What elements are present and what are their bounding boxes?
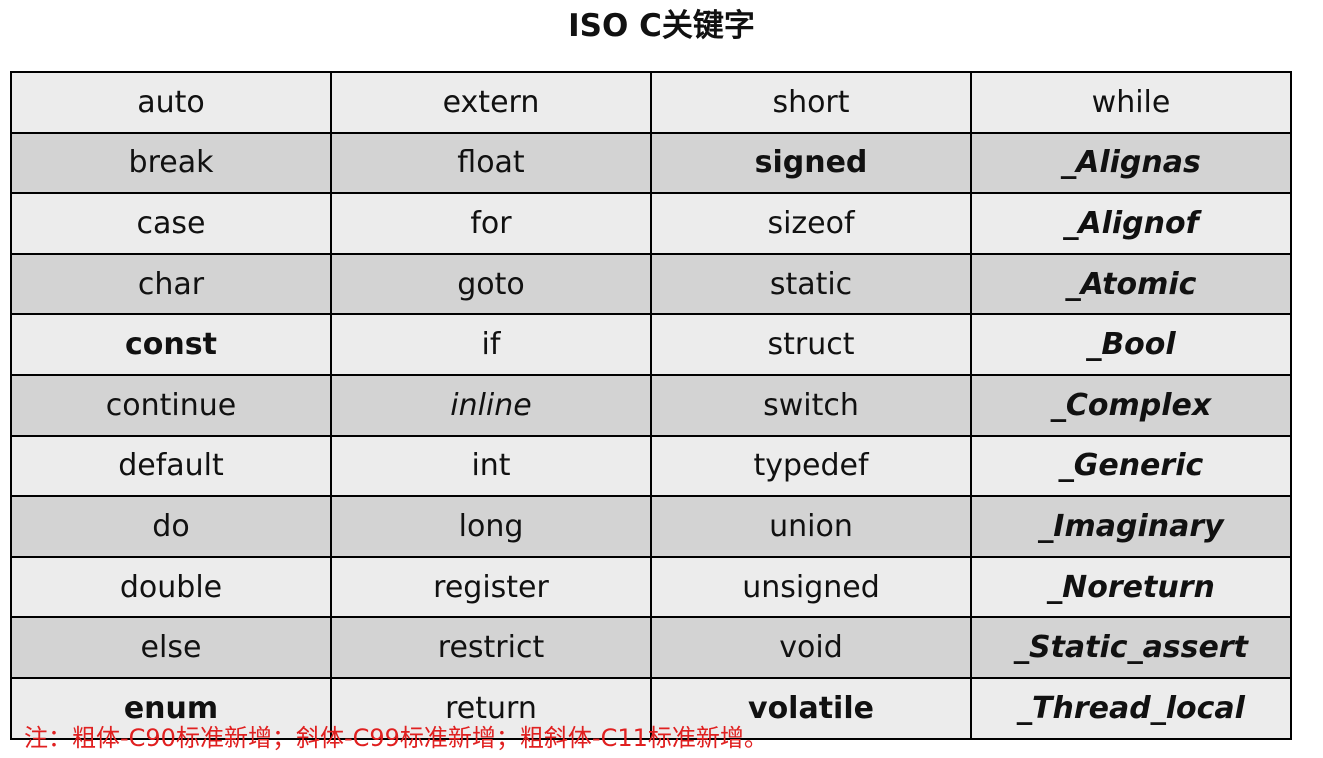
keyword-cell: goto: [330, 252, 652, 316]
keyword-cell: _Static_assert: [970, 616, 1292, 679]
table-row: else restrict void _Static_assert: [10, 616, 1292, 679]
keyword-cell: _Thread_local: [970, 676, 1292, 740]
table-row: do long union _Imaginary: [10, 495, 1292, 558]
keyword-cell: switch: [650, 373, 972, 437]
keyword-table: auto extern short while break float signed _Ali…: [10, 71, 1292, 740]
table-row: const if struct _Bool: [10, 313, 1292, 376]
keyword-cell: register: [330, 555, 652, 619]
keyword-cell: _Complex: [970, 373, 1292, 437]
keyword-cell: if: [330, 313, 652, 376]
keyword-cell: break: [10, 131, 332, 195]
table-row: continue inline switch _Complex: [10, 373, 1292, 437]
keyword-cell: double: [10, 555, 332, 619]
keyword-cell: extern: [330, 71, 652, 134]
keyword-cell: for: [330, 192, 652, 255]
keyword-cell: while: [970, 71, 1292, 134]
keyword-cell: void: [650, 616, 972, 679]
keyword-cell: else: [10, 616, 332, 679]
table-row: break float signed _Alignas: [10, 131, 1292, 195]
keyword-cell: short: [650, 71, 972, 134]
keyword-cell: _Generic: [970, 434, 1292, 498]
table-row: double register unsigned _Noreturn: [10, 555, 1292, 619]
keyword-table-body: auto extern short while break float signed _Ali…: [10, 71, 1292, 740]
keyword-cell: float: [330, 131, 652, 195]
keyword-cell: _Alignof: [970, 192, 1292, 255]
keyword-cell: union: [650, 495, 972, 558]
table-row: case for sizeof _Alignof: [10, 192, 1292, 255]
keyword-cell: unsigned: [650, 555, 972, 619]
keyword-cell: _Atomic: [970, 252, 1292, 316]
keyword-cell: _Imaginary: [970, 495, 1292, 558]
keyword-cell: struct: [650, 313, 972, 376]
keyword-cell: const: [10, 313, 332, 376]
legend-note: 注：粗体-C90标准新增；斜体-C99标准新增；粗斜体-C11标准新增。: [24, 724, 768, 752]
keyword-cell: inline: [330, 373, 652, 437]
keyword-cell: signed: [650, 131, 972, 195]
keyword-cell: default: [10, 434, 332, 498]
keyword-cell: auto: [10, 71, 332, 134]
keyword-cell: case: [10, 192, 332, 255]
keyword-cell: restrict: [330, 616, 652, 679]
keyword-cell: _Noreturn: [970, 555, 1292, 619]
keyword-cell: char: [10, 252, 332, 316]
keyword-cell: continue: [10, 373, 332, 437]
keyword-cell: long: [330, 495, 652, 558]
keyword-cell: int: [330, 434, 652, 498]
page-title: ISO C关键字: [568, 8, 755, 44]
keyword-cell: _Bool: [970, 313, 1292, 376]
keyword-cell: _Alignas: [970, 131, 1292, 195]
table-row: auto extern short while: [10, 71, 1292, 134]
keyword-cell: static: [650, 252, 972, 316]
keyword-cell: typedef: [650, 434, 972, 498]
table-row: char goto static _Atomic: [10, 252, 1292, 316]
keyword-cell: sizeof: [650, 192, 972, 255]
keyword-cell: do: [10, 495, 332, 558]
table-row: default int typedef _Generic: [10, 434, 1292, 498]
